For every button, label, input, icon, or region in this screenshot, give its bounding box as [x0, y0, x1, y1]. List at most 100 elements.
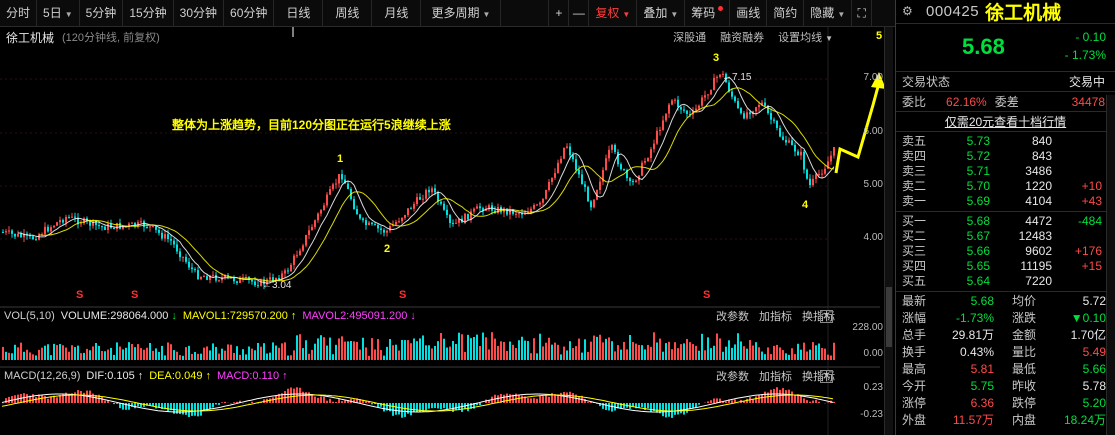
period-tab-5min[interactable]: 5分钟	[80, 0, 124, 27]
macd-bar	[440, 403, 442, 410]
mavol1-value: MAVOL1:729570.200	[182, 310, 288, 322]
period-tab-5day[interactable]: 5日 ▼	[37, 0, 80, 27]
toolbar-spacer	[501, 0, 550, 27]
chart-scrollbar[interactable]	[884, 27, 893, 435]
period-tab-30min[interactable]: 30分钟	[174, 0, 225, 27]
candle-body	[575, 159, 577, 170]
candle-body	[296, 255, 298, 257]
candle-body	[704, 95, 706, 98]
period-tab-daily[interactable]: 日线	[274, 0, 324, 27]
volume-bar	[329, 337, 331, 360]
volume-bar	[833, 342, 835, 360]
hk-connect-link[interactable]: 深股通	[673, 29, 706, 45]
scrollbar-thumb[interactable]	[886, 287, 892, 347]
arrow-up-icon: ↑	[205, 370, 211, 382]
volume-bar	[287, 355, 289, 360]
candle-body	[806, 169, 808, 179]
volume-bar	[341, 336, 343, 360]
change-params-button[interactable]: 改参数	[716, 368, 749, 384]
change-params-button[interactable]: 改参数	[716, 308, 749, 324]
hide-dropdown[interactable]: 隐藏 ▼	[804, 0, 853, 27]
volume-bar	[248, 346, 250, 360]
period-tab-intraday[interactable]: 分时	[0, 0, 38, 27]
close-icon[interactable]: ✕	[820, 369, 833, 383]
chart-area[interactable]: 徐工机械 (120分钟线, 前复权) 深股通 融资融券 设置均线 ▼ 整体为上涨趋…	[0, 27, 893, 435]
overlay-dropdown[interactable]: 叠加 ▼	[637, 0, 686, 27]
volume-bar	[470, 338, 472, 360]
stat-value: 5.78	[1082, 379, 1106, 393]
volume-bar	[56, 345, 58, 360]
period-tab-weekly[interactable]: 周线	[323, 0, 373, 27]
volume-bar	[299, 334, 301, 360]
macd-bar	[539, 395, 541, 403]
stat-label: 外盘	[902, 413, 927, 427]
macd-bar	[11, 396, 13, 403]
macd-bar	[443, 403, 445, 409]
margin-trading-link[interactable]: 融资融券	[720, 29, 764, 45]
volume-bar	[476, 334, 478, 360]
adjust-label: 复权	[595, 5, 620, 20]
candle-body	[155, 226, 157, 230]
promo-row[interactable]: 仅需20元查看十档行情	[896, 112, 1115, 132]
close-icon[interactable]: ✕	[820, 309, 833, 323]
adjust-dropdown[interactable]: 复权 ▼	[589, 0, 638, 27]
volume-bar	[743, 346, 745, 360]
bid-price: 5.68	[966, 214, 990, 228]
volume-bar	[407, 340, 409, 360]
candle-body	[167, 234, 169, 240]
volume-bar	[104, 351, 106, 360]
bid-price: 5.66	[966, 244, 990, 258]
bid-label: 买三	[902, 244, 927, 258]
volume-bar	[797, 343, 799, 360]
fullscreen-icon[interactable]: ⛶	[852, 0, 873, 27]
candle-body	[770, 113, 772, 120]
ask-delta	[1052, 149, 1102, 164]
bid-volume: 4472	[1025, 214, 1052, 228]
volume-bar	[218, 353, 220, 360]
candle-body	[68, 216, 70, 218]
macd-bar	[221, 402, 223, 403]
draw-line-button[interactable]: 画线	[730, 0, 768, 27]
volume-bar	[626, 349, 628, 360]
promo-link[interactable]: 仅需20元查看十档行情	[945, 113, 1066, 130]
stat-value: 18.24万	[1063, 413, 1106, 427]
wave-label-5: 5	[876, 30, 883, 42]
stock-name: 徐工机械	[985, 3, 1062, 24]
ask-price: 5.69	[966, 194, 990, 208]
volume-bar	[131, 344, 133, 360]
price-axis-tick: 5.00	[863, 179, 883, 190]
candle-body	[164, 234, 166, 239]
volume-bar	[581, 352, 583, 360]
zoom-in-button[interactable]: +	[549, 0, 570, 27]
chip-button[interactable]: 筹码	[685, 0, 731, 27]
period-tab-15min[interactable]: 15分钟	[123, 0, 174, 27]
volume-bar	[746, 348, 748, 360]
volume-bar	[701, 333, 703, 360]
volume-bar	[182, 355, 184, 360]
zoom-out-button[interactable]: —	[569, 0, 590, 27]
macd-bar	[185, 403, 187, 415]
candle-body	[5, 231, 7, 233]
volume-bar	[509, 341, 511, 360]
period-tab-monthly[interactable]: 月线	[372, 0, 422, 27]
simple-mode-button[interactable]: 简约	[767, 0, 805, 27]
candle-body	[758, 104, 760, 108]
more-periods-dropdown[interactable]: 更多周期 ▼	[421, 0, 502, 27]
candle-body	[170, 239, 172, 241]
macd-bar	[806, 400, 808, 403]
ma-settings-dropdown[interactable]: 设置均线 ▼	[778, 29, 833, 45]
volume-bar	[770, 354, 772, 360]
candle-body	[578, 169, 580, 175]
add-indicator-button[interactable]: 加指标	[759, 368, 792, 384]
volume-bar	[650, 346, 652, 360]
settings-gear-icon[interactable]: ⚙	[902, 4, 918, 20]
stat-value: 1.70亿	[1070, 328, 1106, 342]
period-tab-60min[interactable]: 60分钟	[224, 0, 275, 27]
add-indicator-button[interactable]: 加指标	[759, 308, 792, 324]
volume-bar	[209, 350, 211, 360]
macd-bar	[215, 403, 217, 405]
panel-scrollbar[interactable]	[1106, 95, 1115, 435]
stat-label: 今开	[902, 379, 927, 393]
candle-body	[218, 280, 220, 282]
volume-bar	[785, 353, 787, 360]
